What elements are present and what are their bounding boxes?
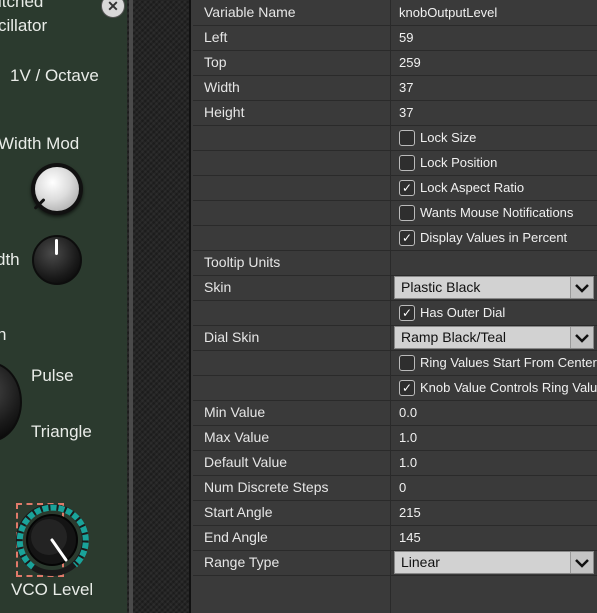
start-angle-field[interactable]: 215 [399,500,421,525]
dropdown-value: Ramp Black/Teal [401,329,507,345]
property-row: Tooltip Units [193,250,597,276]
checkmark-icon: ✓ [401,381,413,395]
checkbox-label: Ring Values Start From Center [420,355,597,370]
property-name: Start Angle [193,500,391,525]
property-name: Height [193,100,391,125]
chevron-down-icon[interactable] [570,327,593,348]
checkbox-label: Wants Mouse Notifications [420,205,574,220]
property-name: Max Value [193,425,391,450]
lock-position-checkbox[interactable] [399,155,415,171]
module-subtitle: cillator [0,16,48,35]
property-name: Skin [193,275,391,300]
property-name: End Angle [193,525,391,550]
checkbox-label: Has Outer Dial [420,305,506,320]
property-name: Min Value [193,400,391,425]
property-row: Lock Position [193,150,597,176]
chevron-down-icon[interactable] [570,552,593,573]
property-row: Max Value 1.0 [193,425,597,451]
range-type-dropdown[interactable]: Linear [394,551,594,574]
width-field[interactable]: 37 [399,75,413,100]
property-name: Range Type [193,550,391,575]
dropdown-value: Linear [401,554,440,570]
wants-mouse-notifications-checkbox[interactable] [399,205,415,221]
skin-dropdown[interactable]: Plastic Black [394,276,594,299]
property-name: Top [193,50,391,75]
property-row: Left 59 [193,25,597,51]
module-title: itched [0,0,44,11]
default-value-field[interactable]: 1.0 [399,450,417,475]
property-row: Dial Skin Ramp Black/Teal [193,325,597,351]
property-row: Skin Plastic Black [193,275,597,301]
width-mod-label: Width Mod [0,134,80,153]
close-icon[interactable]: ✕ [101,0,125,18]
property-row: Top 259 [193,50,597,76]
knob-value-controls-ring-value-checkbox[interactable]: ✓ [399,380,415,396]
checkmark-icon: ✓ [401,306,413,320]
lock-aspect-ratio-checkbox[interactable]: ✓ [399,180,415,196]
checkbox-label: Display Values in Percent [420,230,568,245]
property-row: Start Angle 215 [193,500,597,526]
dial-skin-dropdown[interactable]: Ramp Black/Teal [394,326,594,349]
checkmark-icon: ✓ [401,181,413,195]
num-discrete-steps-field[interactable]: 0 [399,475,406,500]
property-row: Width 37 [193,75,597,101]
max-value-field[interactable]: 1.0 [399,425,417,450]
property-row: Num Discrete Steps 0 [193,475,597,501]
property-name: Default Value [193,450,391,475]
dropdown-value: Plastic Black [401,279,481,295]
display-values-in-percent-checkbox[interactable]: ✓ [399,230,415,246]
property-row: ✓ Display Values in Percent [193,225,597,251]
property-row: Wants Mouse Notifications [193,200,597,226]
property-name: Left [193,25,391,50]
property-row: Default Value 1.0 [193,450,597,476]
width-label: dth [0,250,20,269]
checkmark-icon: ✓ [401,231,413,245]
waveform-selector-knob[interactable] [0,362,22,442]
vco-level-label: VCO Level [11,580,94,599]
ring-values-start-from-center-checkbox[interactable] [399,355,415,371]
property-row: ✓ Has Outer Dial [193,300,597,326]
checkbox-label: Lock Size [420,130,477,145]
one-v-octave-label: 1V / Octave [10,66,99,85]
has-outer-dial-checkbox[interactable]: ✓ [399,305,415,321]
chevron-down-icon[interactable] [570,277,593,298]
width-knob[interactable] [32,235,82,285]
property-name: Dial Skin [193,325,391,350]
lock-size-checkbox[interactable] [399,130,415,146]
property-name: Num Discrete Steps [193,475,391,500]
left-field[interactable]: 59 [399,25,413,50]
height-field[interactable]: 37 [399,100,413,125]
property-name: Variable Name [193,0,391,25]
checkbox-label: Knob Value Controls Ring Value [420,380,597,395]
end-angle-field[interactable]: 145 [399,525,421,550]
property-name: Tooltip Units [193,250,391,275]
variable-name-field[interactable]: knobOutputLevel [399,0,497,25]
vco-level-knob[interactable] [12,504,92,576]
textured-divider-strip [127,0,189,613]
property-name: Width [193,75,391,100]
checkbox-label: Lock Aspect Ratio [420,180,525,195]
checkbox-label: Lock Position [420,155,498,170]
synth-module-panel: itched cillator ✕ 1V / Octave Width Mod … [0,0,127,613]
width-mod-knob[interactable] [31,163,83,215]
property-row: Lock Size [193,125,597,151]
property-row: Ring Values Start From Center [193,350,597,376]
property-row-empty [193,575,597,613]
property-row: ✓ Lock Aspect Ratio [193,175,597,201]
property-row: Min Value 0.0 [193,400,597,426]
pulse-option-label: Pulse [31,366,74,385]
property-row: Height 37 [193,100,597,126]
waveform-label: h [0,325,7,344]
property-row: Variable Name knobOutputLevel [193,0,597,26]
triangle-option-label: Triangle [31,422,92,441]
min-value-field[interactable]: 0.0 [399,400,417,425]
panel-divider [129,0,133,613]
properties-panel: Variable Name knobOutputLevel Left 59 To… [189,0,597,613]
top-field[interactable]: 259 [399,50,421,75]
property-row: End Angle 145 [193,525,597,551]
property-row: Range Type Linear [193,550,597,576]
property-row: ✓ Knob Value Controls Ring Value [193,375,597,401]
